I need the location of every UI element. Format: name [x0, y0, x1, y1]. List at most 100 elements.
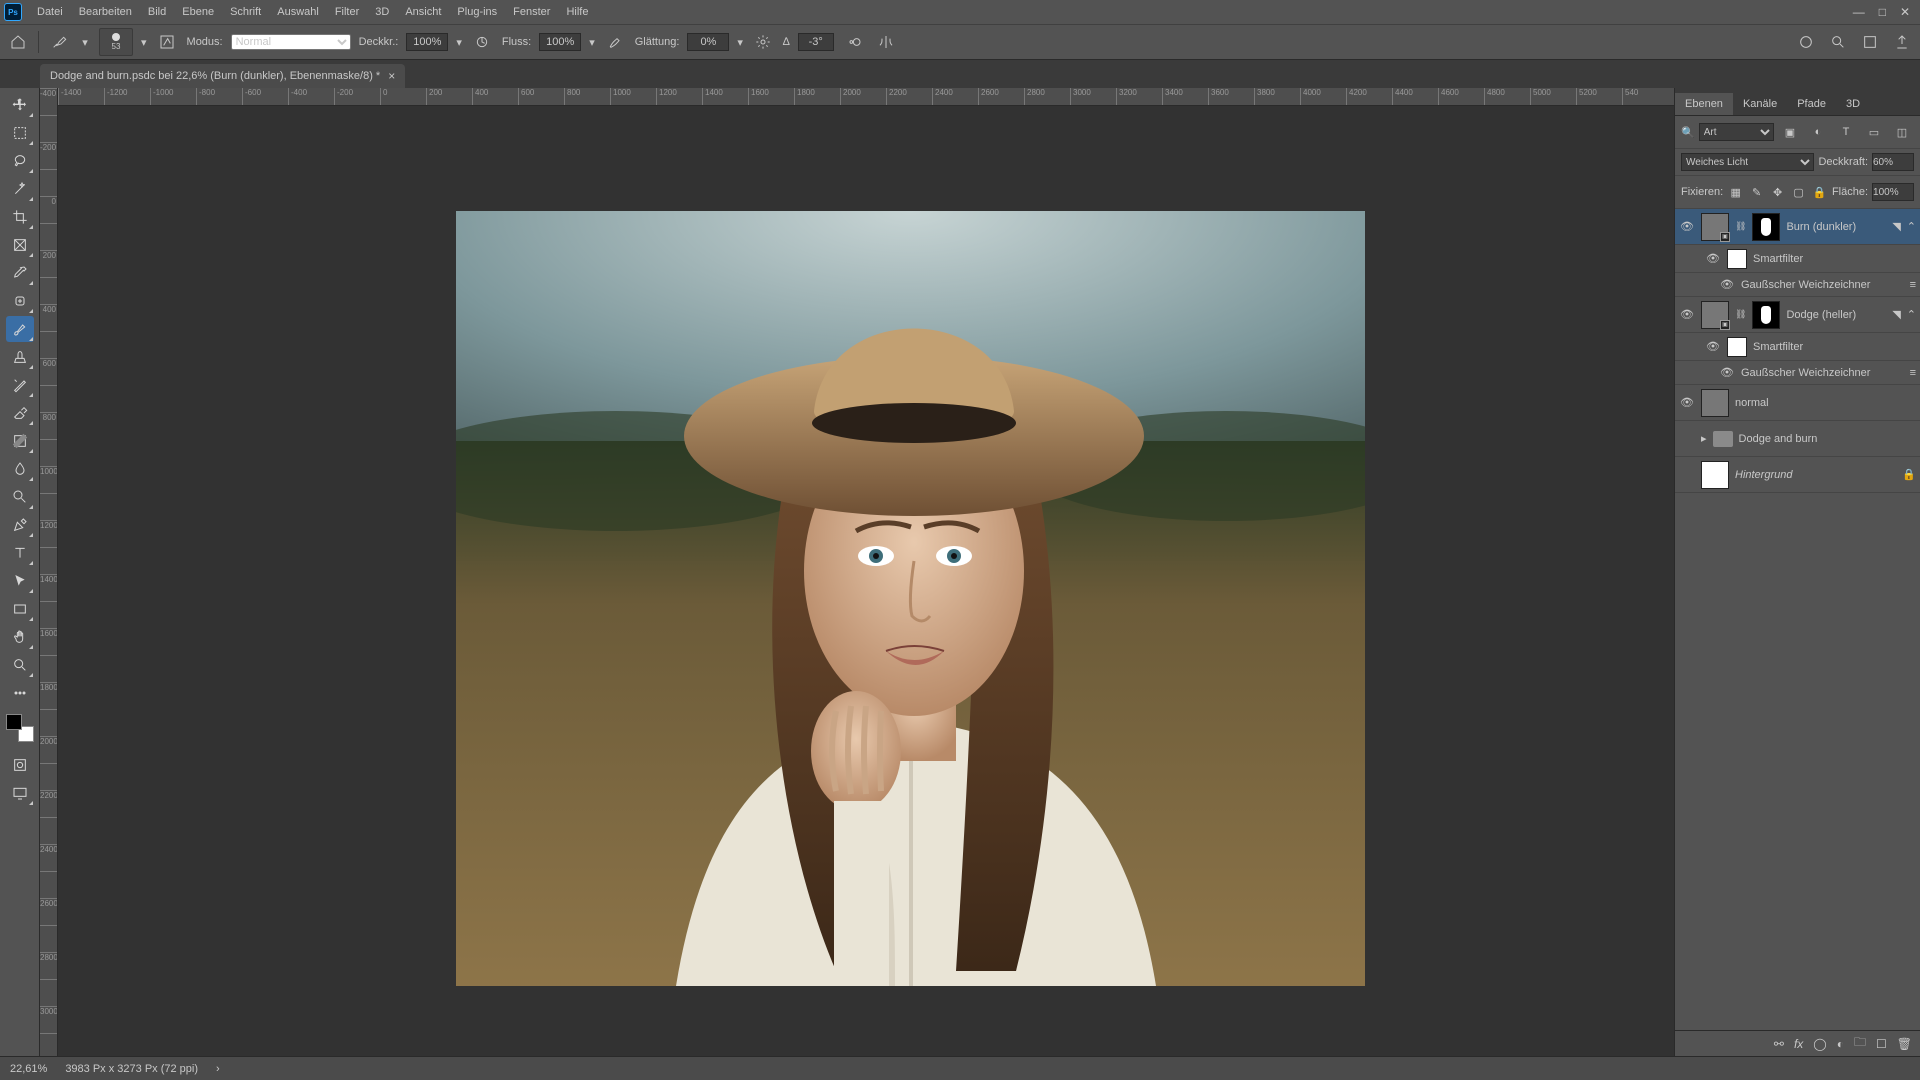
hand-tool[interactable] [6, 624, 34, 650]
gradient-tool[interactable] [6, 428, 34, 454]
smoothing-options-icon[interactable] [751, 30, 775, 54]
fx-icon[interactable]: fx [1794, 1037, 1803, 1051]
visibility-toggle[interactable]: 👁 [1719, 278, 1735, 291]
layer-filter-select[interactable]: Art [1699, 123, 1774, 141]
zoom-readout[interactable]: 22,61% [10, 1063, 47, 1075]
chevron-down-icon[interactable]: ▾ [79, 30, 91, 54]
panel-tab-3d[interactable]: 3D [1836, 93, 1870, 115]
flow-input[interactable] [539, 33, 581, 51]
layer-row[interactable]: Hintergrund🔒 [1675, 457, 1920, 493]
new-group-icon[interactable]: 🗀 [1854, 1033, 1866, 1054]
marquee-tool[interactable] [6, 120, 34, 146]
quickmask-button[interactable] [6, 752, 34, 778]
add-mask-icon[interactable]: ◯ [1813, 1037, 1826, 1051]
document-tab[interactable]: Dodge and burn.psdc bei 22,6% (Burn (dun… [40, 64, 405, 88]
filter-image-icon[interactable]: ▣ [1778, 120, 1802, 144]
chevron-down-icon[interactable]: ▾ [456, 36, 462, 49]
lock-all-icon[interactable]: 🔒 [1811, 180, 1828, 204]
lock-pixels-icon[interactable]: ✎ [1748, 180, 1765, 204]
close-tab-icon[interactable]: × [388, 69, 395, 83]
pressure-opacity-icon[interactable] [470, 30, 494, 54]
status-more-icon[interactable]: › [216, 1063, 220, 1075]
pen-tool[interactable] [6, 512, 34, 538]
layer-name[interactable]: Gaußscher Weichzeichner [1741, 279, 1904, 291]
pressure-size-icon[interactable] [842, 30, 866, 54]
menu-ansicht[interactable]: Ansicht [398, 3, 448, 21]
layer-row[interactable]: 👁 Smartfilter [1675, 333, 1920, 361]
layer-row[interactable]: ▸ Dodge and burn [1675, 421, 1920, 457]
chevron-up-icon[interactable]: ⌃ [1907, 308, 1916, 321]
layer-row[interactable]: 👁▣⛓Burn (dunkler)◥⌃ [1675, 209, 1920, 245]
panel-tab-kanäle[interactable]: Kanäle [1733, 93, 1787, 115]
chevron-down-icon[interactable]: ▾ [737, 36, 743, 49]
layer-name[interactable]: normal [1735, 397, 1916, 409]
chevron-right-icon[interactable]: ▸ [1701, 432, 1707, 445]
minimize-button[interactable]: — [1853, 5, 1865, 19]
filter-mask-thumb[interactable] [1727, 337, 1747, 357]
layer-row[interactable]: 👁 Gaußscher Weichzeichner ≡ [1675, 273, 1920, 297]
layer-row[interactable]: 👁 normal [1675, 385, 1920, 421]
layer-row[interactable]: 👁 Smartfilter [1675, 245, 1920, 273]
menu-plug-ins[interactable]: Plug-ins [450, 3, 504, 21]
menu-auswahl[interactable]: Auswahl [270, 3, 326, 21]
symmetry-icon[interactable] [874, 30, 898, 54]
menu-schrift[interactable]: Schrift [223, 3, 268, 21]
search-icon[interactable]: 🔍 [1681, 126, 1695, 139]
opacity-input[interactable] [406, 33, 448, 51]
layer-blend-select[interactable]: Weiches Licht [1681, 153, 1814, 171]
filter-adjust-icon[interactable]: ◐ [1806, 120, 1830, 144]
canvas[interactable] [58, 106, 1674, 1056]
layer-thumb[interactable]: ▣ [1701, 301, 1729, 329]
foreground-color-swatch[interactable] [6, 714, 22, 730]
visibility-toggle[interactable]: 👁 [1705, 252, 1721, 265]
layer-mask-thumb[interactable] [1752, 301, 1780, 329]
smoothing-input[interactable] [687, 33, 729, 51]
search-icon[interactable] [1826, 30, 1850, 54]
lock-artboard-icon[interactable]: ▢ [1790, 180, 1807, 204]
menu-ebene[interactable]: Ebene [175, 3, 221, 21]
frame-tool[interactable] [6, 232, 34, 258]
filter-shape-icon[interactable]: ▭ [1862, 120, 1886, 144]
path-select-tool[interactable] [6, 568, 34, 594]
new-layer-icon[interactable]: ☐ [1876, 1037, 1887, 1051]
fill-input[interactable] [1872, 183, 1914, 201]
visibility-toggle[interactable]: 👁 [1705, 340, 1721, 353]
layer-name[interactable]: Dodge (heller) [1786, 309, 1886, 321]
layer-name[interactable]: Smartfilter [1753, 341, 1916, 353]
filter-mask-thumb[interactable] [1727, 249, 1747, 269]
layer-mask-thumb[interactable] [1752, 213, 1780, 241]
menu-bild[interactable]: Bild [141, 3, 173, 21]
menu-hilfe[interactable]: Hilfe [559, 3, 595, 21]
layer-thumb[interactable]: ▣ [1701, 213, 1729, 241]
rectangle-tool[interactable] [6, 596, 34, 622]
menu-datei[interactable]: Datei [30, 3, 70, 21]
chevron-down-icon[interactable]: ▾ [141, 36, 147, 49]
layer-opacity-input[interactable] [1872, 153, 1914, 171]
move-tool[interactable] [6, 92, 34, 118]
panel-tab-ebenen[interactable]: Ebenen [1675, 93, 1733, 115]
layer-name[interactable]: Smartfilter [1753, 253, 1916, 265]
visibility-toggle[interactable]: 👁 [1719, 366, 1735, 379]
link-layers-icon[interactable]: ⚯ [1774, 1037, 1784, 1051]
layer-name[interactable]: Gaußscher Weichzeichner [1741, 367, 1904, 379]
close-button[interactable]: ✕ [1900, 5, 1910, 19]
brush-panel-button[interactable] [155, 30, 179, 54]
layer-name[interactable]: Dodge and burn [1739, 433, 1916, 445]
healing-brush-tool[interactable] [6, 288, 34, 314]
zoom-tool[interactable] [6, 652, 34, 678]
color-swatches[interactable] [6, 714, 34, 742]
visibility-toggle[interactable]: 👁 [1679, 396, 1695, 409]
filter-smart-icon[interactable]: ◫ [1890, 120, 1914, 144]
home-icon[interactable] [6, 30, 30, 54]
link-icon[interactable]: ⛓ [1735, 309, 1746, 320]
layer-thumb[interactable] [1701, 389, 1729, 417]
link-icon[interactable]: ⛓ [1735, 221, 1746, 232]
menu-3d[interactable]: 3D [368, 3, 396, 21]
filter-options-icon[interactable]: ≡ [1910, 279, 1916, 291]
delete-layer-icon[interactable]: 🗑 [1897, 1037, 1912, 1051]
menu-fenster[interactable]: Fenster [506, 3, 557, 21]
type-tool[interactable] [6, 540, 34, 566]
filter-options-icon[interactable]: ≡ [1910, 367, 1916, 379]
cloud-docs-icon[interactable] [1794, 30, 1818, 54]
lock-transparency-icon[interactable]: ▦ [1727, 180, 1744, 204]
